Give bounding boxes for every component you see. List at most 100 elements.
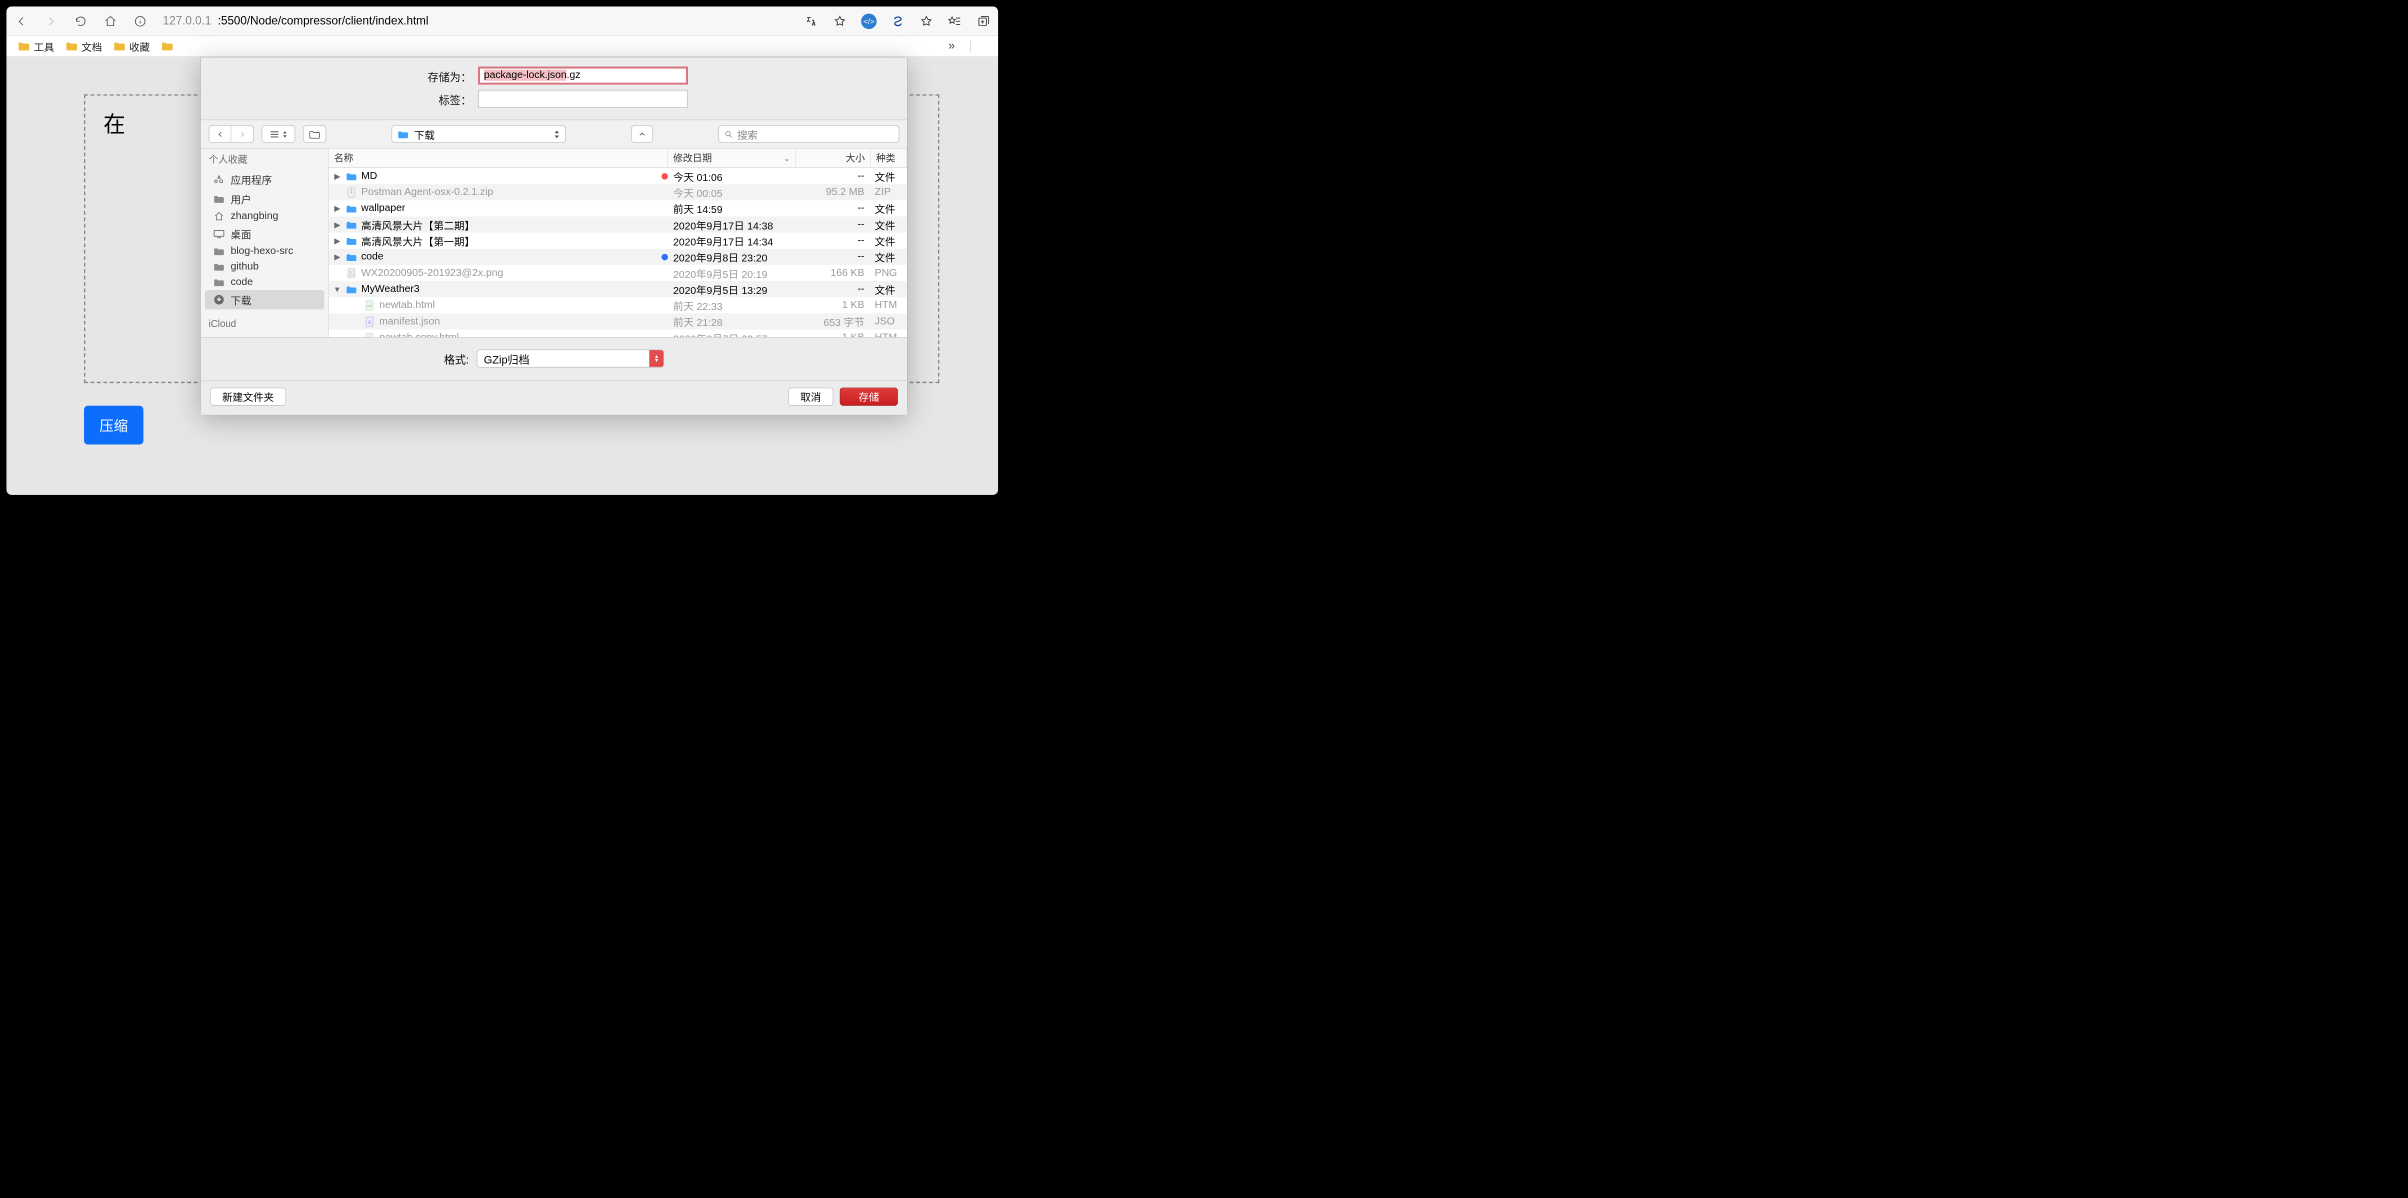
disclosure-icon[interactable]: ▶ <box>333 252 342 261</box>
dialog-sidebar: 个人收藏 应用程序用户zhangbing桌面blog-hexo-srcgithu… <box>201 149 329 338</box>
tags-label: 标签： <box>420 91 472 107</box>
favorites-star-icon[interactable] <box>919 14 933 28</box>
chevron-updown-icon: ▲▼ <box>649 350 663 367</box>
svg-text:</>: </> <box>367 304 372 308</box>
table-row: </>newtab.html前天 22:331 KBHTM <box>329 297 907 313</box>
back-icon[interactable] <box>14 14 28 28</box>
info-icon[interactable] <box>133 14 147 28</box>
bookmark-item[interactable]: 文档 <box>66 38 102 54</box>
tags-input[interactable] <box>478 90 688 108</box>
page-body: 在 压缩 存储为： package-lock.json.gz 标签： <box>6 57 998 495</box>
save-button[interactable]: 存储 <box>840 388 898 406</box>
table-row[interactable]: ▶wallpaper前天 14:59--文件 <box>329 200 907 216</box>
browser-toolbar: 127.0.0.1:5500/Node/compressor/client/in… <box>6 6 998 36</box>
file-icon <box>346 187 358 197</box>
desktop-icon <box>213 228 226 240</box>
table-row: {}manifest.json前天 21:28653 字节JSO <box>329 313 907 329</box>
address-bar[interactable]: 127.0.0.1:5500/Node/compressor/client/in… <box>163 14 789 28</box>
folder-icon <box>213 261 226 273</box>
table-row: </>newtab copy.html2020年9月7日 22:571 KBHT… <box>329 329 907 337</box>
sogou-icon[interactable] <box>891 14 905 28</box>
disclosure-icon[interactable]: ▶ <box>333 204 342 213</box>
file-icon <box>346 284 358 294</box>
sidebar-icloud-header: iCloud <box>201 315 328 334</box>
folder-icon <box>213 245 226 257</box>
col-date[interactable]: 修改日期⌄ <box>668 149 796 168</box>
sidebar-item-下载[interactable]: 下载 <box>205 290 325 309</box>
column-headers[interactable]: 名称 修改日期⌄ 大小 种类 <box>329 149 907 168</box>
save-dialog: 存储为： package-lock.json.gz 标签： <box>200 57 907 416</box>
search-placeholder: 搜索 <box>737 126 758 142</box>
bookmarks-overflow-icon[interactable]: » <box>948 39 954 53</box>
separator <box>970 40 971 52</box>
url-path: :5500/Node/compressor/client/index.html <box>218 14 429 28</box>
sidebar-favorites-header: 个人收藏 <box>201 149 328 170</box>
chevron-updown-icon <box>554 130 560 138</box>
disclosure-icon[interactable]: ▼ <box>333 285 342 294</box>
sidebar-item-应用程序[interactable]: 应用程序 <box>201 170 328 189</box>
format-label: 格式: <box>444 350 469 366</box>
nav-back-icon[interactable] <box>209 126 231 142</box>
bookmark-item-truncated[interactable] <box>162 42 174 51</box>
folder-icon <box>213 276 226 288</box>
search-input[interactable]: 搜索 <box>718 125 899 142</box>
col-size[interactable]: 大小 <box>796 149 871 168</box>
format-row: 格式: GZip归档 ▲▼ <box>201 337 907 380</box>
disclosure-icon[interactable]: ▶ <box>333 236 342 245</box>
file-icon: </> <box>364 300 376 310</box>
sidebar-item-桌面[interactable]: 桌面 <box>201 224 328 243</box>
cancel-button[interactable]: 取消 <box>788 388 833 406</box>
file-icon <box>346 252 358 262</box>
file-icon <box>346 235 358 245</box>
col-kind[interactable]: 种类 <box>871 149 907 168</box>
dropzone-label: 在 <box>103 107 125 139</box>
compress-button[interactable]: 压缩 <box>84 406 143 445</box>
up-button[interactable] <box>631 125 653 142</box>
file-icon <box>346 219 358 229</box>
reload-icon[interactable] <box>74 14 88 28</box>
format-select[interactable]: GZip归档 ▲▼ <box>477 349 664 367</box>
table-row[interactable]: ▶code2020年9月8日 23:20--文件 <box>329 249 907 265</box>
collections-icon[interactable] <box>976 14 990 28</box>
home-icon <box>213 211 226 223</box>
nav-forward-icon[interactable] <box>231 126 253 142</box>
home-icon[interactable] <box>103 14 117 28</box>
table-row[interactable]: ▶高清风景大片【第二期】2020年9月17日 14:38--文件 <box>329 216 907 232</box>
nav-back-forward[interactable] <box>209 125 254 142</box>
apps-icon <box>213 174 226 186</box>
table-row[interactable]: ▼MyWeather32020年9月5日 13:29--文件 <box>329 281 907 297</box>
table-row: WX20200905-201923@2x.png2020年9月5日 20:191… <box>329 265 907 281</box>
save-as-label: 存储为： <box>420 68 472 84</box>
star-icon[interactable] <box>833 14 847 28</box>
favorites-list-icon[interactable] <box>948 14 962 28</box>
new-folder-button[interactable]: 新建文件夹 <box>210 388 286 406</box>
sidebar-item-用户[interactable]: 用户 <box>201 189 328 208</box>
bookmarks-bar: 工具 文档 收藏 » <box>6 36 998 57</box>
table-row[interactable]: ▶MD今天 01:06--文件 <box>329 168 907 184</box>
bookmark-item[interactable]: 收藏 <box>114 38 150 54</box>
file-icon <box>346 203 358 213</box>
view-mode-button[interactable] <box>262 125 296 142</box>
sidebar-item-github[interactable]: github <box>201 259 328 275</box>
bookmark-item[interactable]: 工具 <box>18 38 54 54</box>
file-icon <box>346 268 358 278</box>
sidebar-item-zhangbing[interactable]: zhangbing <box>201 209 328 225</box>
download-icon <box>213 294 226 306</box>
sort-desc-icon: ⌄ <box>784 153 791 162</box>
disclosure-icon[interactable]: ▶ <box>333 220 342 229</box>
location-popup[interactable]: 下载 <box>391 125 565 142</box>
devtools-icon[interactable]: </> <box>861 13 877 29</box>
dialog-footer: 新建文件夹 取消 存储 <box>201 380 907 414</box>
sidebar-item-code[interactable]: code <box>201 275 328 291</box>
folder-icon <box>213 193 226 205</box>
file-icon <box>346 171 358 181</box>
table-row[interactable]: ▶高清风景大片【第一期】2020年9月17日 14:34--文件 <box>329 233 907 249</box>
group-button[interactable] <box>303 125 326 142</box>
col-name[interactable]: 名称 <box>329 149 668 168</box>
translate-icon[interactable] <box>804 14 818 28</box>
file-list: 名称 修改日期⌄ 大小 种类 ▶MD今天 01:06--文件Postman Ag… <box>329 149 907 338</box>
sidebar-item-blog-hexo-src[interactable]: blog-hexo-src <box>201 244 328 260</box>
disclosure-icon[interactable]: ▶ <box>333 172 342 181</box>
forward-icon[interactable] <box>44 14 58 28</box>
filename-input[interactable]: package-lock.json.gz <box>478 67 688 85</box>
